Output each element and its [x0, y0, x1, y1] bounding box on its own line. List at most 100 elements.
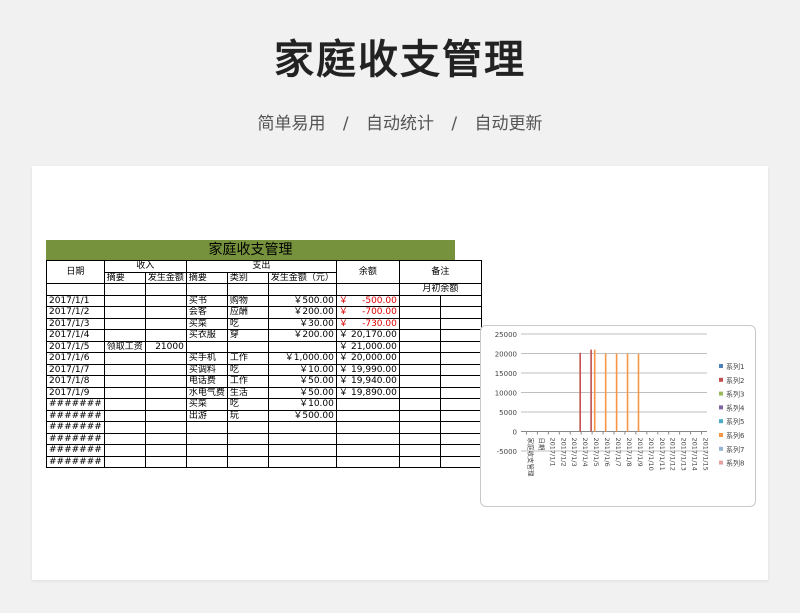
income-amount-cell[interactable] [144, 386, 187, 399]
income-amount-cell[interactable] [144, 444, 187, 457]
remark-cell[interactable] [439, 375, 482, 388]
expense-amount-cell[interactable]: ￥500.00 [267, 409, 337, 422]
cell[interactable] [226, 283, 269, 296]
expense-amount-cell[interactable]: ￥1,000.00 [267, 352, 337, 365]
remark-cell[interactable] [439, 340, 482, 353]
expense-category-cell[interactable]: 工作 [226, 375, 269, 388]
balance-cell[interactable]: ￥ -500.00 [335, 294, 400, 307]
income-amount-cell[interactable] [144, 421, 187, 434]
table-row[interactable]: ####### 买菜吃 ￥10.00 [46, 398, 482, 411]
table-row[interactable]: 2017/1/5 领取工资 21000 ￥ 21,000.00 [46, 340, 482, 353]
cell[interactable] [103, 283, 146, 296]
income-amount-cell[interactable] [144, 352, 187, 365]
income-summary-cell[interactable] [103, 455, 146, 468]
remark-cell[interactable] [439, 317, 482, 330]
balance-chart[interactable]: 25000 20000 15000 10000 5000 0 -5000 家庭收支管理 日期 20… [480, 325, 756, 507]
expense-summary-cell[interactable]: 水电气费 [185, 386, 228, 399]
expense-summary-cell[interactable]: 买菜 [185, 398, 228, 411]
expense-summary-cell[interactable]: 买手机 [185, 352, 228, 365]
remark-cell[interactable] [398, 455, 441, 468]
date-cell[interactable]: ####### [46, 398, 105, 411]
expense-amount-cell[interactable]: ￥50.00 [267, 375, 337, 388]
date-cell[interactable]: 2017/1/4 [46, 329, 105, 342]
opening-balance-label[interactable]: 月初余额 [398, 283, 482, 296]
remark-cell[interactable] [398, 340, 441, 353]
income-amount-cell[interactable] [144, 409, 187, 422]
expense-summary-cell[interactable]: 买调料 [185, 363, 228, 376]
balance-cell[interactable]: ￥ 19,990.00 [335, 363, 400, 376]
remark-cell[interactable] [439, 398, 482, 411]
remark-cell[interactable] [439, 363, 482, 376]
income-amount-cell[interactable] [144, 306, 187, 319]
expense-summary-cell[interactable]: 买衣服 [185, 329, 228, 342]
expense-category-cell[interactable] [226, 421, 269, 434]
date-cell[interactable]: 2017/1/9 [46, 386, 105, 399]
remark-cell[interactable] [439, 386, 482, 399]
expense-amount-cell[interactable]: ￥500.00 [267, 294, 337, 307]
income-summary-cell[interactable] [103, 294, 146, 307]
table-row[interactable]: ####### [46, 444, 482, 457]
income-summary-cell[interactable] [103, 409, 146, 422]
expense-summary-cell[interactable] [185, 444, 228, 457]
cell[interactable] [335, 283, 400, 296]
income-summary-cell[interactable] [103, 421, 146, 434]
expense-amount-cell[interactable]: ￥50.00 [267, 386, 337, 399]
table-row[interactable]: 2017/1/7 买调料吃 ￥10.00 ￥ 19,990.00 [46, 363, 482, 376]
expense-category-cell[interactable] [226, 340, 269, 353]
income-amount-cell[interactable] [144, 329, 187, 342]
income-amount-cell[interactable] [144, 294, 187, 307]
expense-summary-cell[interactable] [185, 432, 228, 445]
expense-category-cell[interactable] [226, 455, 269, 468]
remark-cell[interactable] [398, 432, 441, 445]
expense-amount-cell[interactable] [267, 421, 337, 434]
table-row[interactable]: 2017/1/4 买衣服穿 ￥200.00 ￥ 20,170.00 [46, 329, 482, 342]
income-summary-cell[interactable] [103, 432, 146, 445]
expense-amount-cell[interactable] [267, 432, 337, 445]
expense-summary-cell[interactable]: 出游 [185, 409, 228, 422]
expense-summary-cell[interactable] [185, 455, 228, 468]
expense-amount-cell[interactable] [267, 455, 337, 468]
income-amount-cell[interactable] [144, 375, 187, 388]
remark-cell[interactable] [439, 306, 482, 319]
income-summary-cell[interactable] [103, 386, 146, 399]
remark-cell[interactable] [398, 306, 441, 319]
remark-cell[interactable] [439, 455, 482, 468]
expense-category-cell[interactable] [226, 444, 269, 457]
income-summary-cell[interactable] [103, 306, 146, 319]
income-summary-cell[interactable] [103, 398, 146, 411]
income-summary-cell[interactable] [103, 329, 146, 342]
cell[interactable] [267, 283, 337, 296]
expense-amount-cell[interactable]: ￥10.00 [267, 363, 337, 376]
expense-category-cell[interactable]: 应酬 [226, 306, 269, 319]
date-cell[interactable]: 2017/1/6 [46, 352, 105, 365]
balance-cell[interactable]: ￥ 19,890.00 [335, 386, 400, 399]
date-cell[interactable]: 2017/1/5 [46, 340, 105, 353]
income-summary-cell[interactable]: 领取工资 [103, 340, 146, 353]
expense-category-cell[interactable]: 生活 [226, 386, 269, 399]
date-cell[interactable]: 2017/1/2 [46, 306, 105, 319]
expense-amount-cell[interactable] [267, 340, 337, 353]
expense-amount-cell[interactable] [267, 444, 337, 457]
date-cell[interactable]: 2017/1/3 [46, 317, 105, 330]
balance-cell[interactable]: ￥ 20,170.00 [335, 329, 400, 342]
remark-cell[interactable] [398, 409, 441, 422]
remark-cell[interactable] [398, 398, 441, 411]
table-row[interactable]: 2017/1/8 电话费 工作 ￥50.00 ￥ 19,940.00 [46, 375, 482, 388]
remark-cell[interactable] [398, 352, 441, 365]
table-row[interactable]: ####### [46, 432, 482, 445]
table-row[interactable]: 2017/1/9 水电气费 生活 ￥50.00 ￥ 19,890.00 [46, 386, 482, 399]
date-cell[interactable]: ####### [46, 432, 105, 445]
income-summary-cell[interactable] [103, 444, 146, 457]
expense-summary-cell[interactable] [185, 340, 228, 353]
expense-category-cell[interactable]: 工作 [226, 352, 269, 365]
date-cell[interactable]: ####### [46, 421, 105, 434]
expense-amount-cell[interactable]: ￥200.00 [267, 306, 337, 319]
cell[interactable] [144, 283, 187, 296]
expense-category-cell[interactable]: 穿 [226, 329, 269, 342]
balance-cell[interactable]: ￥ -730.00 [335, 317, 400, 330]
expense-summary-cell[interactable] [185, 421, 228, 434]
income-summary-cell[interactable] [103, 317, 146, 330]
income-amount-cell[interactable] [144, 455, 187, 468]
date-cell[interactable]: ####### [46, 455, 105, 468]
remark-cell[interactable] [439, 329, 482, 342]
